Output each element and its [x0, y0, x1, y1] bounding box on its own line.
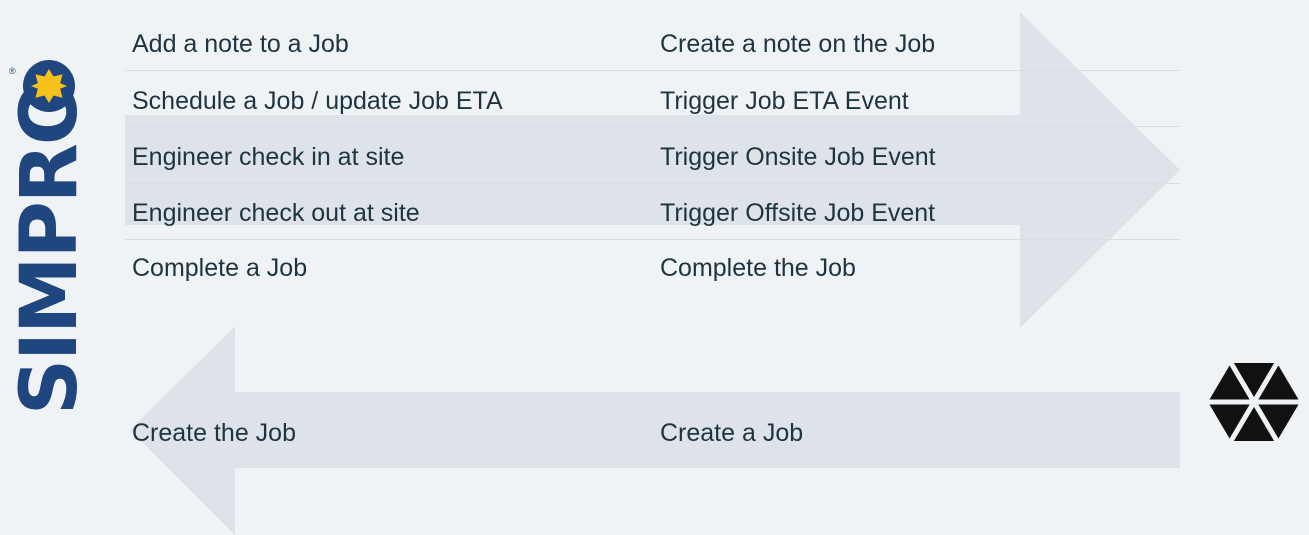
- oneserve-reverse-action: Create a Job: [660, 419, 804, 447]
- oneserve-action: Complete the Job: [660, 254, 856, 282]
- row-divider: [125, 239, 1180, 240]
- oneserve-action: Trigger Offsite Job Event: [660, 199, 936, 227]
- simpro-action: Schedule a Job / update Job ETA: [132, 87, 503, 115]
- simpro-wordmark: SIMPRO: [5, 80, 95, 416]
- row-divider: [125, 126, 1180, 127]
- row-divider: [125, 70, 1180, 71]
- oneserve-action: Create a note on the Job: [660, 30, 936, 58]
- registered-mark: ®: [9, 66, 16, 76]
- oneserve-logo: oneserve: [1199, 0, 1309, 535]
- simpro-gear-icon: [23, 60, 75, 112]
- oneserve-action: Trigger Onsite Job Event: [660, 143, 936, 171]
- row-divider: [125, 183, 1180, 184]
- simpro-action: Add a note to a Job: [132, 30, 349, 58]
- simpro-action: Engineer check out at site: [132, 199, 420, 227]
- simpro-action: Engineer check in at site: [132, 143, 405, 171]
- oneserve-action: Trigger Job ETA Event: [660, 87, 909, 115]
- simpro-logo: ® SIMPRO: [0, 0, 110, 535]
- simpro-action: Complete a Job: [132, 254, 308, 282]
- simpro-reverse-action: Create the Job: [132, 419, 296, 447]
- oneserve-hexagon-icon: [1208, 362, 1300, 442]
